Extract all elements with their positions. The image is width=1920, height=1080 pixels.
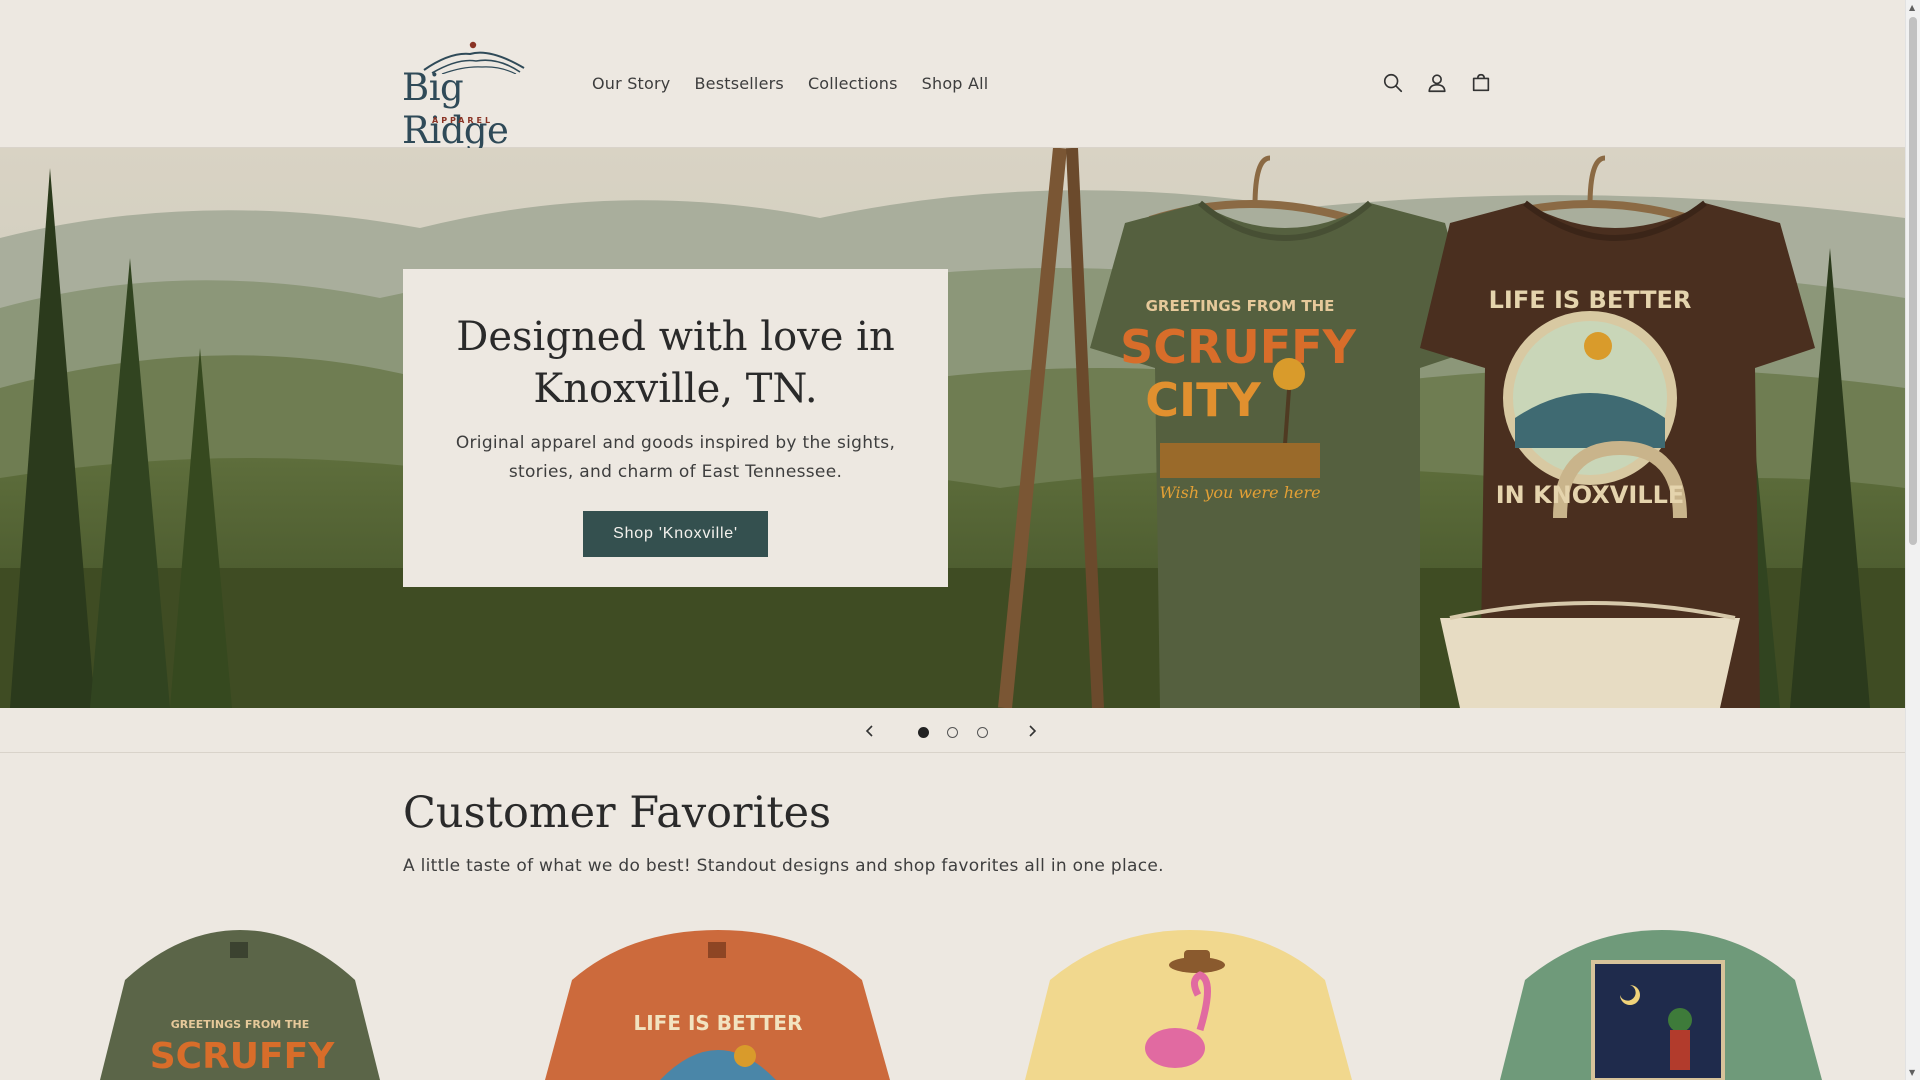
hero-image: GREETINGS FROM THE SCRUFFY CITY Wish you…: [0, 148, 1905, 708]
slideshow-controls: [0, 708, 1905, 753]
shop-knoxville-button[interactable]: Shop 'Knoxville': [583, 511, 768, 557]
product-image: LIFE IS BETTER: [545, 930, 890, 1080]
product-graphic-top: LIFE IS BETTER: [634, 1011, 803, 1035]
nav-collections[interactable]: Collections: [808, 74, 898, 93]
shirt1-top-text: GREETINGS FROM THE: [1146, 297, 1335, 315]
hero-banner: GREETINGS FROM THE SCRUFFY CITY Wish you…: [0, 148, 1905, 708]
search-icon[interactable]: [1382, 72, 1404, 94]
product-grid: GREETINGS FROM THE SCRUFFY LIFE IS BETTE…: [0, 920, 1905, 1080]
hero-card: Designed with love in Knoxville, TN. Ori…: [403, 269, 948, 587]
cart-icon[interactable]: [1470, 72, 1492, 94]
product-image: [1025, 930, 1352, 1080]
slide-dot-2[interactable]: [947, 727, 958, 738]
favorites-title: Customer Favorites: [403, 788, 832, 838]
page: Big Ridge APPAREL Our Story Bestsellers …: [0, 0, 1905, 1080]
main-nav: Our Story Bestsellers Collections Shop A…: [592, 74, 1012, 93]
nav-our-story[interactable]: Our Story: [592, 74, 670, 93]
slide-dot-1[interactable]: [918, 727, 929, 738]
header-icons: [1382, 72, 1492, 94]
scroll-thumb[interactable]: [1909, 17, 1917, 545]
scroll-down-arrow-icon[interactable]: ▼: [1909, 1068, 1915, 1077]
chevron-left-icon[interactable]: [864, 725, 876, 737]
product-graphic-main: SCRUFFY: [150, 1036, 335, 1077]
product-image: [1500, 930, 1822, 1080]
product-card[interactable]: LIFE IS BETTER: [510, 920, 970, 1080]
shirt1-main-text: SCRUFFY: [1120, 320, 1357, 374]
account-icon[interactable]: [1426, 72, 1448, 94]
hero-title: Designed with love in Knoxville, TN.: [456, 314, 895, 412]
scroll-up-arrow-icon[interactable]: ▲: [1909, 3, 1915, 12]
logo-wordmark: Big Ridge: [402, 66, 509, 152]
hero-subtitle: Original apparel and goods inspired by t…: [455, 433, 896, 482]
favorites-subtitle: A little taste of what we do best! Stand…: [403, 856, 1164, 876]
product-card[interactable]: [990, 920, 1450, 1080]
nav-shop-all[interactable]: Shop All: [922, 74, 989, 93]
shirt2-top-text: LIFE IS BETTER: [1489, 286, 1692, 314]
slide-dot-3[interactable]: [977, 727, 988, 738]
brand-logo[interactable]: Big Ridge APPAREL: [402, 40, 558, 152]
product-card[interactable]: [1470, 920, 1905, 1080]
product-image: GREETINGS FROM THE SCRUFFY: [100, 930, 380, 1080]
shirt1-main-text-2: CITY: [1145, 373, 1261, 427]
shirt2-bottom-text: IN KNOXVILLE: [1496, 481, 1685, 509]
chevron-right-icon[interactable]: [1026, 725, 1038, 737]
shirt1-script-text: Wish you were here: [1159, 483, 1320, 502]
product-graphic-top: GREETINGS FROM THE: [171, 1018, 309, 1031]
nav-bestsellers[interactable]: Bestsellers: [694, 74, 783, 93]
page-scrollbar[interactable]: ▲ ▼: [1905, 0, 1920, 1080]
product-card[interactable]: GREETINGS FROM THE SCRUFFY: [30, 920, 490, 1080]
logo-subtitle: APPAREL: [432, 116, 494, 125]
site-header: Big Ridge APPAREL Our Story Bestsellers …: [0, 0, 1905, 152]
